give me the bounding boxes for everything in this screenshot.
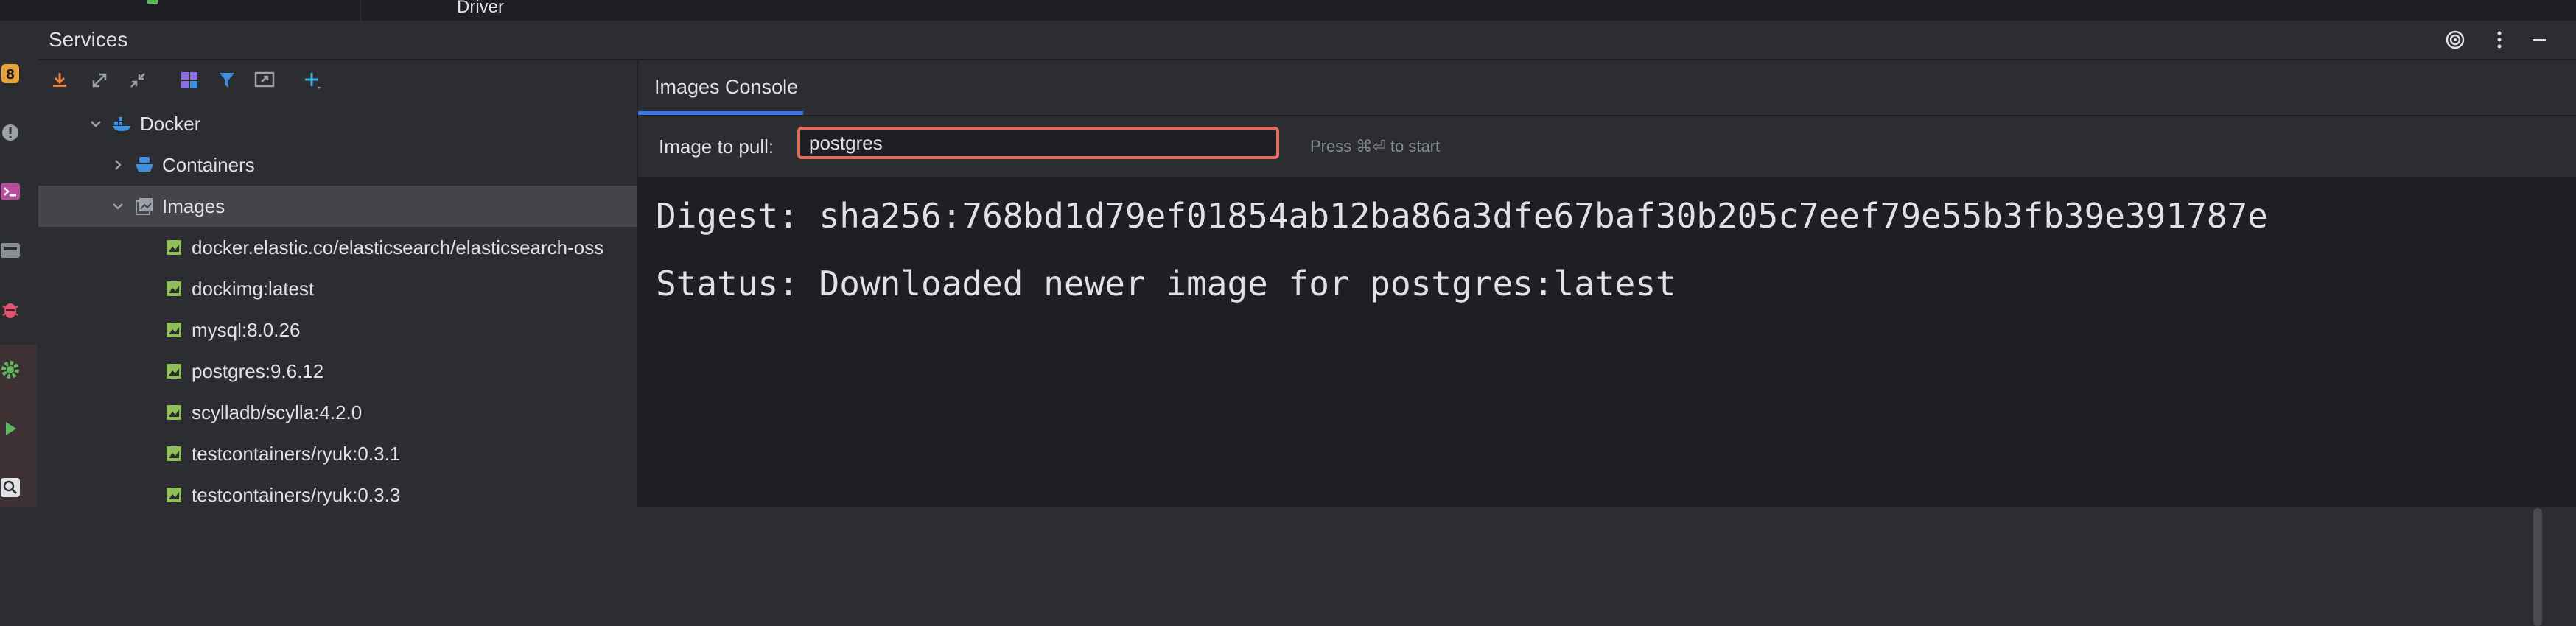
console-scrollbar[interactable] bbox=[2533, 508, 2542, 626]
add-service-icon[interactable] bbox=[299, 66, 327, 94]
filter-icon[interactable] bbox=[214, 66, 242, 94]
tree-row-image[interactable]: scylladb/scylla:4.2.0 bbox=[38, 392, 637, 433]
group-by-icon[interactable] bbox=[175, 66, 203, 94]
chevron-right-icon[interactable] bbox=[109, 156, 127, 174]
services-header: Services bbox=[38, 21, 2576, 60]
console-line-status: Status: Downloaded newer image for postg… bbox=[656, 264, 1676, 303]
tree-label-images: Images bbox=[162, 194, 225, 217]
tree-row-containers[interactable]: Containers bbox=[38, 144, 637, 186]
tree-row-docker[interactable]: Docker bbox=[38, 103, 637, 144]
top-strip: Driver bbox=[0, 0, 2576, 21]
new-tab-icon[interactable] bbox=[251, 66, 279, 94]
tree-label-containers: Containers bbox=[162, 153, 255, 176]
more-options-icon[interactable] bbox=[2486, 27, 2513, 53]
services-gear-icon[interactable] bbox=[0, 355, 21, 384]
left-tool-bar: 8 bbox=[0, 21, 38, 507]
find-icon[interactable] bbox=[0, 473, 21, 502]
tree-row-image[interactable]: docker.elastic.co/elasticsearch/elastics… bbox=[38, 227, 637, 268]
image-icon bbox=[164, 402, 184, 423]
debug-icon[interactable] bbox=[0, 295, 21, 324]
tree-row-image[interactable]: mysql:8.0.26 bbox=[38, 309, 637, 351]
tab-active-underline bbox=[638, 111, 803, 115]
image-to-pull-input[interactable] bbox=[797, 127, 1279, 159]
image-icon bbox=[164, 237, 184, 258]
problems-icon[interactable] bbox=[0, 118, 21, 147]
minimize-icon[interactable] bbox=[2526, 27, 2552, 53]
strip-divider bbox=[360, 0, 361, 21]
services-toolbar bbox=[38, 60, 637, 100]
console-tabbar: Images Console bbox=[638, 60, 2576, 116]
image-label: testcontainers/ryuk:0.3.3 bbox=[192, 483, 401, 506]
image-label: docker.elastic.co/elasticsearch/elastics… bbox=[192, 236, 604, 259]
tree-row-image[interactable]: testcontainers/ryuk:0.3.1 bbox=[38, 433, 637, 474]
pull-bar: Image to pull: Press ⌘⏎ to start bbox=[638, 116, 2576, 177]
image-label: mysql:8.0.26 bbox=[192, 318, 301, 341]
image-icon bbox=[164, 278, 184, 299]
image-icon bbox=[164, 320, 184, 340]
chevron-down-icon[interactable] bbox=[109, 197, 127, 215]
svg-text:8: 8 bbox=[6, 67, 15, 82]
pull-hint: Press ⌘⏎ to start bbox=[1310, 137, 1441, 155]
database-icon[interactable] bbox=[0, 236, 21, 265]
console-output: Digest: sha256:768bd1d79ef01854ab12ba86a… bbox=[638, 177, 2576, 626]
run-config-icon bbox=[147, 0, 158, 4]
image-icon bbox=[164, 485, 184, 505]
image-icon bbox=[164, 443, 184, 464]
target-icon[interactable] bbox=[2442, 27, 2468, 53]
images-console-panel: Images Console Image to pull: Press ⌘⏎ t… bbox=[638, 60, 2576, 626]
tab-label: Images Console bbox=[654, 75, 799, 98]
image-label: testcontainers/ryuk:0.3.1 bbox=[192, 442, 401, 465]
image-label: scylladb/scylla:4.2.0 bbox=[192, 401, 363, 423]
notifications-icon[interactable]: 8 bbox=[0, 59, 21, 88]
images-folder-icon bbox=[134, 196, 155, 217]
tab-images-console[interactable]: Images Console bbox=[638, 60, 814, 113]
services-tree: Docker Containers Images docker.elastic.… bbox=[38, 100, 637, 507]
image-label: dockimg:latest bbox=[192, 277, 315, 300]
console-line-digest: Digest: sha256:768bd1d79ef01854ab12ba86a… bbox=[656, 196, 2268, 236]
pull-image-icon[interactable] bbox=[46, 66, 74, 94]
driver-label: Driver bbox=[457, 0, 504, 17]
docker-icon bbox=[112, 113, 133, 134]
tree-label-docker: Docker bbox=[140, 112, 201, 135]
image-icon bbox=[164, 361, 184, 381]
tree-row-images[interactable]: Images bbox=[38, 186, 637, 227]
containers-icon bbox=[134, 155, 155, 175]
services-title: Services bbox=[49, 28, 128, 51]
image-label: postgres:9.6.12 bbox=[192, 359, 324, 382]
tree-row-image[interactable]: dockimg:latest bbox=[38, 268, 637, 309]
chevron-down-icon[interactable] bbox=[87, 115, 105, 133]
run-icon[interactable] bbox=[0, 414, 21, 443]
image-to-pull-label: Image to pull: bbox=[659, 136, 774, 158]
tree-row-image[interactable]: testcontainers/ryuk:0.3.3 bbox=[38, 474, 637, 507]
collapse-all-icon[interactable] bbox=[124, 66, 152, 94]
expand-all-icon[interactable] bbox=[85, 66, 113, 94]
terminal-icon[interactable] bbox=[0, 177, 21, 206]
tree-row-image[interactable]: postgres:9.6.12 bbox=[38, 351, 637, 392]
